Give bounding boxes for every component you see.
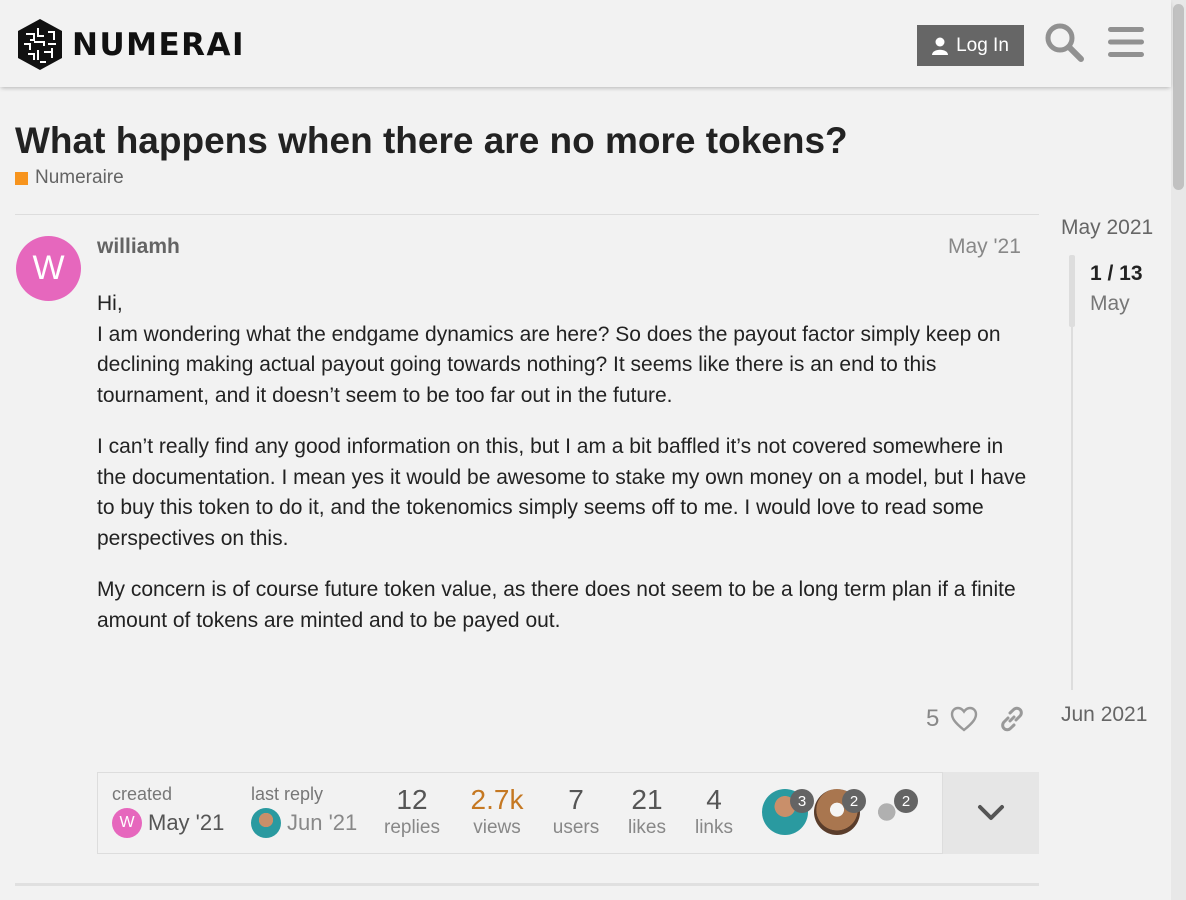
post-username[interactable]: williamh xyxy=(97,235,180,259)
last-reply-date: Jun '21 xyxy=(287,810,358,835)
created-label: created xyxy=(112,784,173,804)
post-divider xyxy=(15,214,1039,215)
numerai-logo-icon xyxy=(18,19,62,70)
avatar xyxy=(251,808,281,838)
category-link[interactable]: Numeraire xyxy=(15,167,124,189)
scrollbar-thumb[interactable] xyxy=(1173,4,1184,190)
user-icon xyxy=(932,37,949,55)
likes-stat: 21 likes xyxy=(623,785,671,839)
post-paragraph: I can’t really find any good information… xyxy=(97,435,1027,550)
participant-post-count: 2 xyxy=(894,789,918,813)
avatar[interactable]: W xyxy=(16,236,81,301)
login-button[interactable]: Log In xyxy=(917,25,1024,66)
created-date: May '21 xyxy=(148,810,225,835)
users-count: 7 xyxy=(568,784,584,815)
site-header: NUMERAI Log In xyxy=(0,0,1171,87)
timeline-start-date[interactable]: May 2021 xyxy=(1061,216,1153,240)
post-date[interactable]: May '21 xyxy=(948,235,1021,259)
links-label: links xyxy=(694,817,733,838)
replies-stat: 12 replies xyxy=(382,785,442,839)
site-logo[interactable]: NUMERAI xyxy=(16,18,245,71)
created-info[interactable]: created W May '21 xyxy=(112,784,224,838)
search-icon[interactable] xyxy=(1042,20,1086,64)
links-stat[interactable]: 4 links xyxy=(691,785,737,839)
views-count: 2.7k xyxy=(470,784,524,815)
views-label: views xyxy=(473,817,521,838)
logo-text: NUMERAI xyxy=(72,26,246,63)
replies-count: 12 xyxy=(396,784,428,815)
heart-icon[interactable] xyxy=(950,700,978,738)
chevron-down-icon xyxy=(978,805,1004,820)
topic-title[interactable]: What happens when there are no more toke… xyxy=(15,120,848,162)
timeline-end-date[interactable]: Jun 2021 xyxy=(1061,703,1147,727)
post-paragraph: Hi, I am wondering what the endgame dyna… xyxy=(97,292,1001,407)
timeline-month: May xyxy=(1090,292,1130,315)
category-name: Numeraire xyxy=(35,167,124,188)
users-stat: 7 users xyxy=(550,785,602,839)
expand-topic-map-button[interactable] xyxy=(942,772,1039,854)
timeline-position: 1 / 13 xyxy=(1090,262,1143,285)
likes-label: likes xyxy=(627,817,666,838)
topic-map: created W May '21 last reply Jun '21 12 … xyxy=(97,772,1039,854)
participant-post-count: 2 xyxy=(842,789,866,813)
link-icon[interactable] xyxy=(998,700,1026,738)
users-label: users xyxy=(552,817,600,838)
post-paragraph: My concern is of course future token val… xyxy=(97,578,1016,632)
likes-count: 21 xyxy=(631,784,663,815)
views-stat: 2.7k views xyxy=(466,785,528,839)
last-reply-label: last reply xyxy=(251,784,324,804)
replies-label: replies xyxy=(384,817,440,838)
post-body: Hi, I am wondering what the endgame dyna… xyxy=(97,289,1027,657)
page-scrollbar[interactable] xyxy=(1171,0,1186,900)
hamburger-menu-icon[interactable] xyxy=(1104,20,1148,64)
category-badge xyxy=(15,171,28,185)
like-count[interactable]: 5 xyxy=(926,700,939,738)
timeline-handle[interactable] xyxy=(1069,255,1075,327)
participant-post-count: 3 xyxy=(790,789,814,813)
links-count: 4 xyxy=(706,784,722,815)
avatar: W xyxy=(112,808,142,838)
post-divider xyxy=(15,883,1039,886)
last-reply-info[interactable]: last reply Jun '21 xyxy=(251,784,357,838)
login-label: Log In xyxy=(956,34,1009,56)
